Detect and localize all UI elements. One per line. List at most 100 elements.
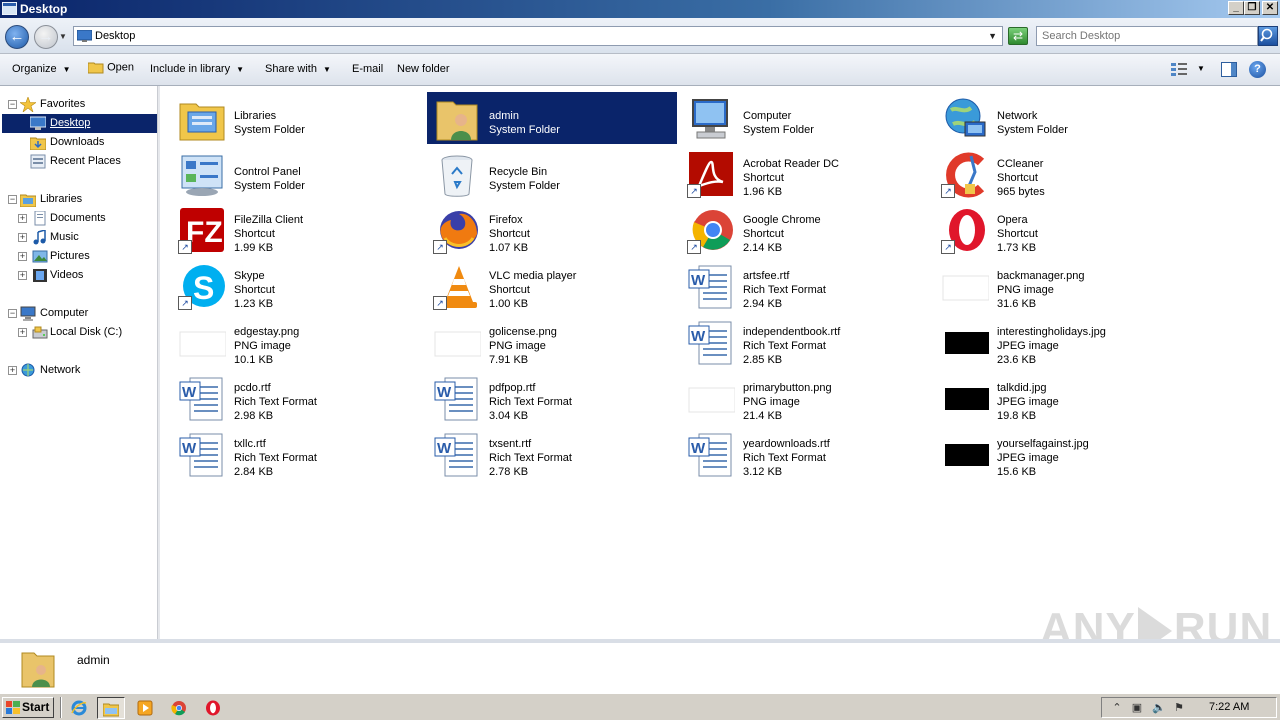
volume-icon[interactable]: 🔈	[1152, 701, 1166, 715]
nav-downloads[interactable]: Downloads	[6, 134, 156, 151]
file-item[interactable]: W pdfpop.rtf Rich Text Format 3.04 KB	[427, 372, 677, 424]
search-input[interactable]	[1037, 27, 1247, 44]
file-item-selected[interactable]: admin System Folder	[427, 92, 677, 144]
desktop-icon	[77, 30, 92, 42]
recent-places-icon	[30, 154, 46, 169]
file-item[interactable]: W txsent.rtf Rich Text Format 2.78 KB	[427, 428, 677, 480]
nav-libraries[interactable]: − Libraries	[6, 191, 156, 208]
file-item[interactable]: edgestay.png PNG image 10.1 KB	[172, 316, 422, 368]
network-status-icon[interactable]: ▣	[1130, 701, 1144, 715]
png-thumbnail-icon	[942, 275, 989, 301]
nav-computer[interactable]: − Computer	[6, 305, 156, 322]
file-item[interactable]: FZ ↗ FileZilla Client Shortcut 1.99 KB	[172, 204, 422, 256]
file-item[interactable]: S ↗ Skype Shortcut 1.23 KB	[172, 260, 422, 312]
search-button[interactable]	[1258, 26, 1278, 46]
search-box[interactable]	[1036, 26, 1258, 46]
address-dropdown-icon[interactable]: ▼	[988, 31, 997, 41]
address-field[interactable]: Desktop ▼	[73, 26, 1003, 46]
preview-pane-icon[interactable]	[1221, 62, 1237, 77]
firefox-icon: ↗	[433, 208, 481, 254]
collapse-icon[interactable]: −	[8, 195, 17, 204]
include-in-library-button[interactable]: Include in library ▼	[150, 63, 244, 75]
file-item[interactable]: ↗ Opera Shortcut 1.73 KB	[935, 204, 1185, 256]
start-button[interactable]: Start	[2, 697, 54, 718]
forward-arrow-icon: →	[38, 28, 54, 45]
close-button[interactable]: ✕	[1262, 1, 1278, 15]
file-item[interactable]: W txllc.rtf Rich Text Format 2.84 KB	[172, 428, 422, 480]
file-type: JPEG image	[997, 396, 1059, 408]
file-item[interactable]: primarybutton.png PNG image 21.4 KB	[681, 372, 931, 424]
file-item[interactable]: W artsfee.rtf Rich Text Format 2.94 KB	[681, 260, 931, 312]
file-type: Shortcut	[489, 228, 530, 240]
file-item[interactable]: Control Panel System Folder	[172, 148, 422, 200]
help-icon[interactable]: ?	[1249, 61, 1266, 78]
file-item[interactable]: ↗ Firefox Shortcut 1.07 KB	[427, 204, 677, 256]
open-button[interactable]: Open	[87, 61, 134, 74]
file-item[interactable]: W pcdo.rtf Rich Text Format 2.98 KB	[172, 372, 422, 424]
nav-label: Videos	[50, 269, 84, 281]
expand-icon[interactable]: +	[18, 252, 27, 261]
file-name: Network	[997, 110, 1038, 122]
organize-label: Organize	[12, 63, 57, 75]
minimize-button[interactable]: _	[1228, 1, 1244, 15]
file-item[interactable]: Libraries System Folder	[172, 92, 422, 144]
maximize-button[interactable]: ❐	[1244, 1, 1260, 15]
shortcut-arrow-icon: ↗	[687, 240, 701, 254]
file-item[interactable]: Computer System Folder	[681, 92, 931, 144]
skype-icon: S ↗	[178, 264, 226, 310]
file-item[interactable]: backmanager.png PNG image 31.6 KB	[935, 260, 1185, 312]
file-item[interactable]: ↗ CCleaner Shortcut 965 bytes	[935, 148, 1185, 200]
file-item[interactable]: talkdid.jpg JPEG image 19.8 KB	[935, 372, 1185, 424]
forward-button[interactable]: →	[34, 25, 58, 49]
file-item[interactable]: ↗ Acrobat Reader DC Shortcut 1.96 KB	[681, 148, 931, 200]
clock[interactable]: 7:22 AM	[1209, 701, 1249, 713]
svg-text:W: W	[691, 328, 706, 345]
nav-favorites[interactable]: − Favorites	[6, 96, 156, 113]
file-item[interactable]: golicense.png PNG image 7.91 KB	[427, 316, 677, 368]
show-hidden-icons-icon[interactable]: ⌃	[1110, 701, 1124, 715]
nav-music[interactable]: + Music	[6, 229, 156, 246]
email-button[interactable]: E-mail	[352, 63, 383, 75]
refresh-button[interactable]: ⇄	[1008, 27, 1028, 45]
nav-documents[interactable]: + Documents	[6, 210, 156, 227]
expand-icon[interactable]: +	[18, 271, 27, 280]
collapse-icon[interactable]: −	[8, 100, 17, 109]
file-type: System Folder	[489, 124, 560, 136]
file-item[interactable]: ↗ Google Chrome Shortcut 2.14 KB	[681, 204, 931, 256]
nav-local-disk[interactable]: + Local Disk (C:)	[6, 324, 156, 341]
nav-pictures[interactable]: + Pictures	[6, 248, 156, 265]
taskbar-chrome[interactable]	[166, 697, 194, 719]
taskbar-media-player[interactable]	[132, 697, 160, 719]
back-button[interactable]: ←	[5, 25, 29, 49]
expand-icon[interactable]: +	[18, 328, 27, 337]
action-center-flag-icon[interactable]: ⚑	[1172, 701, 1186, 715]
expand-icon[interactable]: +	[18, 233, 27, 242]
file-item[interactable]: yourselfagainst.jpg JPEG image 15.6 KB	[935, 428, 1185, 480]
file-item[interactable]: ↗ VLC media player Shortcut 1.00 KB	[427, 260, 677, 312]
computer-icon	[692, 99, 728, 139]
file-item[interactable]: Network System Folder	[935, 92, 1185, 144]
nav-desktop[interactable]: Desktop	[6, 115, 156, 132]
views-dropdown[interactable]: ▼	[1197, 64, 1205, 73]
music-icon	[33, 230, 46, 245]
recent-pages-dropdown[interactable]: ▼	[59, 32, 67, 41]
collapse-icon[interactable]: −	[8, 309, 17, 318]
pane-splitter[interactable]	[158, 86, 160, 639]
file-item[interactable]: Recycle Bin System Folder	[427, 148, 677, 200]
nav-network[interactable]: + Network	[6, 362, 156, 379]
nav-videos[interactable]: + Videos	[6, 267, 156, 284]
expand-icon[interactable]: +	[8, 366, 17, 375]
taskbar-opera[interactable]	[200, 697, 228, 719]
new-folder-button[interactable]: New folder	[397, 63, 450, 75]
taskbar-internet-explorer[interactable]	[66, 697, 94, 719]
change-view-icon[interactable]	[1171, 62, 1187, 76]
file-item[interactable]: interestingholidays.jpg JPEG image 23.6 …	[935, 316, 1185, 368]
share-with-button[interactable]: Share with ▼	[265, 63, 331, 75]
file-item[interactable]: W independentbook.rtf Rich Text Format 2…	[681, 316, 931, 368]
file-item[interactable]: W yeardownloads.rtf Rich Text Format 3.1…	[681, 428, 931, 480]
organize-button[interactable]: Organize ▼	[12, 63, 71, 75]
taskbar-explorer[interactable]	[97, 697, 125, 719]
nav-recent-places[interactable]: Recent Places	[6, 153, 156, 170]
shortcut-arrow-icon: ↗	[941, 240, 955, 254]
expand-icon[interactable]: +	[18, 214, 27, 223]
